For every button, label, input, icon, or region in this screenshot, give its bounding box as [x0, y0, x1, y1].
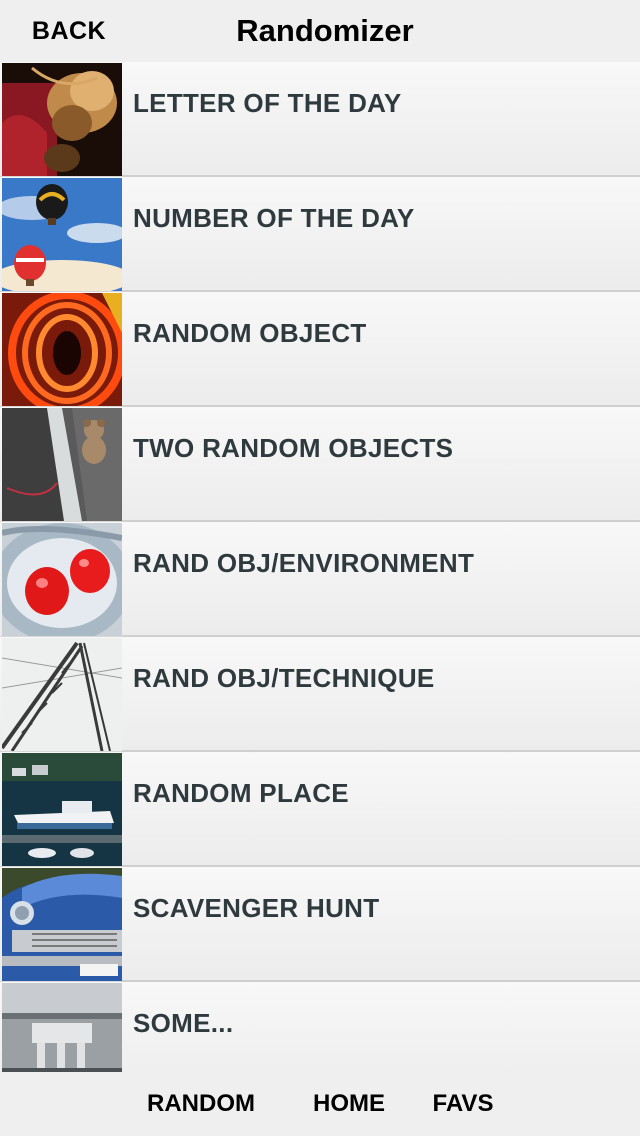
hot-air-balloons-thumbnail	[2, 178, 122, 291]
list-item[interactable]: TWO RANDOM OBJECTS	[0, 407, 640, 522]
orange-light-coils-thumbnail	[2, 293, 122, 406]
list-item-label: TWO RANDOM OBJECTS	[133, 433, 454, 463]
red-candies-in-ice-thumbnail	[2, 523, 122, 636]
list-item[interactable]: RAND OBJ/TECHNIQUE	[0, 637, 640, 752]
list-item-label: RAND OBJ/ENVIRONMENT	[133, 548, 475, 578]
list-item[interactable]: NUMBER OF THE DAY	[0, 177, 640, 292]
list-item[interactable]: LETTER OF THE DAY	[0, 62, 640, 177]
list-item[interactable]: RAND OBJ/ENVIRONMENT	[0, 522, 640, 637]
list-item-label: RANDOM OBJECT	[133, 318, 367, 348]
navigation-bar: BACK Randomizer	[0, 0, 640, 62]
list-item-label: NUMBER OF THE DAY	[133, 203, 415, 233]
list-item-label: RAND OBJ/TECHNIQUE	[133, 663, 435, 693]
vintage-blue-car-thumbnail	[2, 868, 122, 981]
page-title: Randomizer	[236, 13, 414, 48]
list-item-label: SCAVENGER HUNT	[133, 893, 380, 923]
list-item[interactable]: RANDOM PLACE	[0, 752, 640, 867]
tab-random[interactable]: RANDOM	[130, 1072, 272, 1136]
bottom-tab-bar: RANDOM HOME FAVS	[0, 1072, 640, 1136]
list-item[interactable]: RANDOM OBJECT	[0, 292, 640, 407]
harbor-boats-thumbnail	[2, 753, 122, 866]
randomizer-list: LETTER OF THE DAY NUMBER OF THE DAY RAND…	[0, 62, 640, 1072]
list-item[interactable]: SOME...	[0, 982, 640, 1072]
list-item-label: LETTER OF THE DAY	[133, 88, 402, 118]
gray-building-thumbnail	[2, 983, 122, 1072]
woman-with-curls-thumbnail	[2, 63, 122, 176]
teddy-bear-in-tent-thumbnail	[2, 408, 122, 521]
list-item-label: RANDOM PLACE	[133, 778, 349, 808]
power-pylon-thumbnail	[2, 638, 122, 751]
tab-home[interactable]: HOME	[294, 1072, 404, 1136]
list-item[interactable]: SCAVENGER HUNT	[0, 867, 640, 982]
tab-favs[interactable]: FAVS	[414, 1072, 512, 1136]
list-item-label: SOME...	[133, 1008, 234, 1038]
